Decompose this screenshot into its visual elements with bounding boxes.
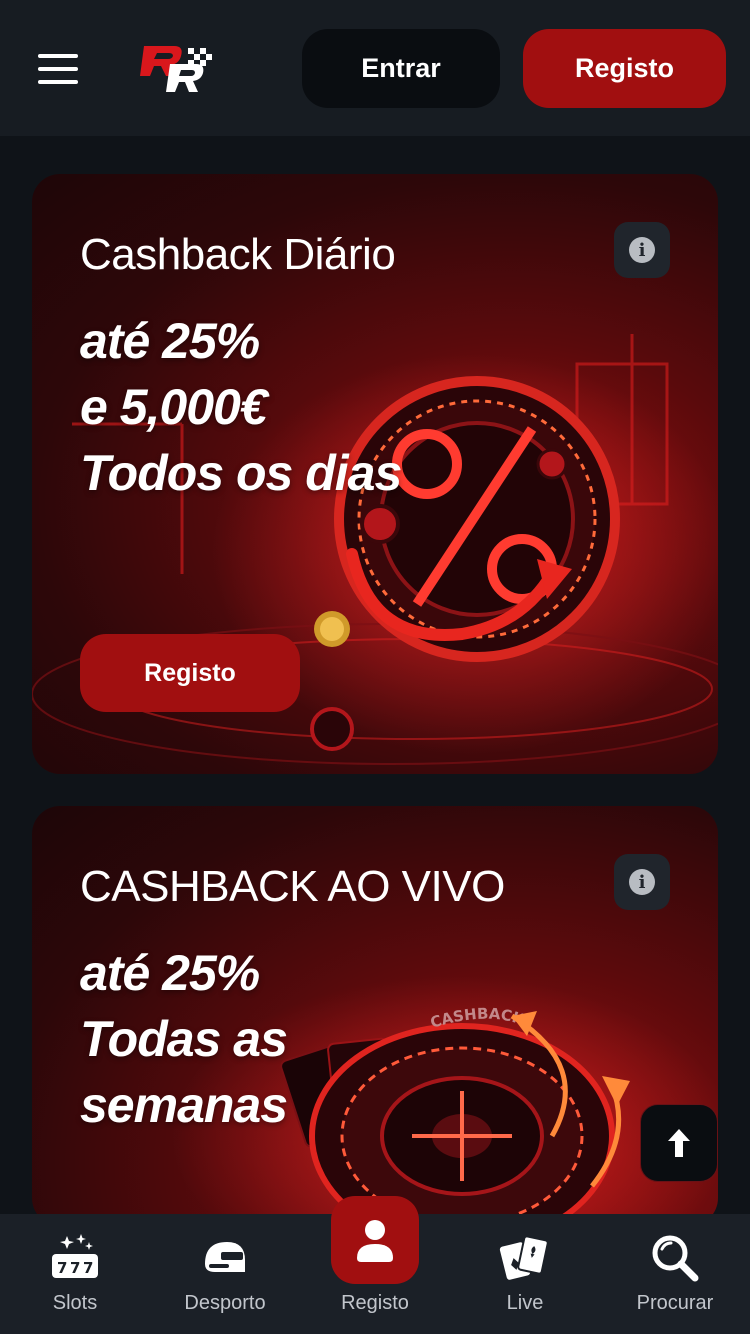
promo-headline: até 25% Todas as semanas (80, 940, 288, 1138)
cards-icon (499, 1235, 549, 1280)
promo-headline-line: até 25% (80, 945, 260, 1001)
brand-logo[interactable] (130, 38, 220, 98)
info-button[interactable]: i (614, 854, 670, 910)
promo-headline-line: e 5,000€ (80, 379, 268, 435)
nav-item-slots[interactable]: 7 7 7 Slots (0, 1214, 150, 1334)
login-button[interactable]: Entrar (302, 29, 500, 108)
nav-item-search[interactable]: Procurar (600, 1214, 750, 1334)
slot-machine-icon: 7 7 7 (52, 1234, 98, 1278)
svg-text:7: 7 (70, 1259, 80, 1277)
svg-text:7: 7 (57, 1259, 67, 1277)
promo-title: CASHBACK AO VIVO (80, 862, 505, 911)
info-icon: i (629, 869, 655, 895)
promo-headline-line: Todos os dias (80, 445, 402, 501)
info-icon: i (629, 237, 655, 263)
helmet-icon (205, 1242, 245, 1272)
nav-label: Slots (52, 1292, 98, 1314)
promo-headline-line: até 25% (80, 313, 260, 369)
racing-RR-logo (140, 46, 212, 92)
promo-headline: até 25% e 5,000€ Todos os dias (80, 308, 402, 506)
nav-item-live[interactable]: Live (450, 1214, 600, 1334)
nav-register-bubble[interactable] (331, 1196, 419, 1284)
info-button[interactable]: i (614, 222, 670, 278)
nav-label: Registo (341, 1292, 409, 1314)
hamburger-menu-icon[interactable] (38, 52, 82, 86)
nav-label: Live (506, 1292, 544, 1314)
user-icon (357, 1220, 393, 1262)
back-to-top-button[interactable] (640, 1104, 718, 1182)
nav-label: Desporto (184, 1292, 266, 1314)
top-header: Entrar Registo (0, 0, 750, 136)
nav-item-sports[interactable]: Desporto (150, 1214, 300, 1334)
nav-label: Procurar (636, 1292, 714, 1314)
search-icon (652, 1235, 699, 1282)
svg-text:7: 7 (83, 1259, 93, 1277)
promo-register-button[interactable]: Registo (80, 634, 300, 712)
register-button[interactable]: Registo (523, 29, 726, 108)
promo-card-live-cashback[interactable]: CASHBACK CASHBACK AO VIVO até 25% Todas … (32, 806, 718, 1226)
arrow-up-icon (668, 1129, 690, 1157)
promo-title: Cashback Diário (80, 230, 396, 279)
promo-headline-line: Todas as (80, 1011, 288, 1067)
promo-card-daily-cashback[interactable]: Cashback Diário até 25% e 5,000€ Todos o… (32, 174, 718, 774)
promo-headline-line: semanas (80, 1077, 288, 1133)
